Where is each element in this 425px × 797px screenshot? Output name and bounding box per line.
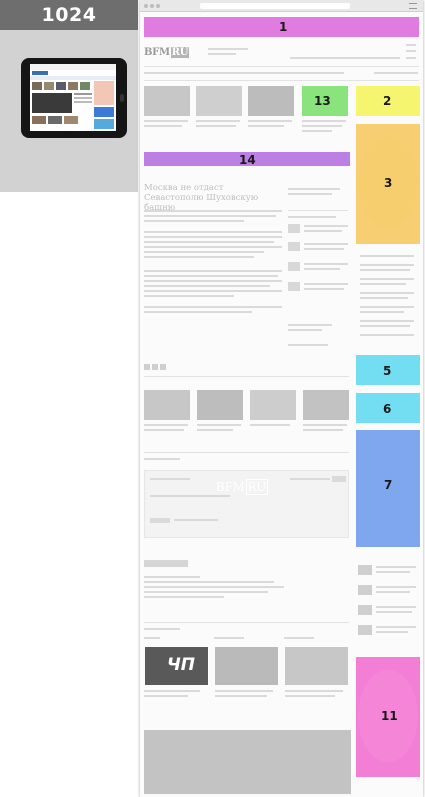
cp-label: ЧП [167,655,195,675]
zone-number-7: 7 [384,478,393,492]
resolution-label: 1024 [0,0,138,30]
tablet-preview-icon [21,58,127,138]
bottom-photo [144,730,351,794]
zone-number-3: 3 [384,176,393,190]
window-dot-icon [150,4,154,8]
zone-number-1: 1 [279,20,288,34]
window-dot-icon [156,4,160,8]
zone-number-14: 14 [239,153,256,167]
news-thumbnail-cp: ЧП [145,647,208,685]
tablet-home-button [120,94,124,102]
device-info-panel: 1024 [0,0,138,192]
address-bar [200,3,350,9]
zone-number-5: 5 [383,364,392,378]
zone-number-13: 13 [314,94,331,108]
browser-menu-icon [409,3,417,9]
browser-chrome [140,0,423,12]
zone-number-11: 11 [381,709,398,723]
site-logo: BFM RU [144,47,190,58]
zone-7-logo: BFM RU [216,479,269,495]
tablet-screen [30,64,116,131]
zone-number-2: 2 [383,94,392,108]
article-headline: Москва не отдаст Севастополю Шуховскую б… [144,183,259,213]
zone-number-6: 6 [383,402,392,416]
window-dot-icon [144,4,148,8]
